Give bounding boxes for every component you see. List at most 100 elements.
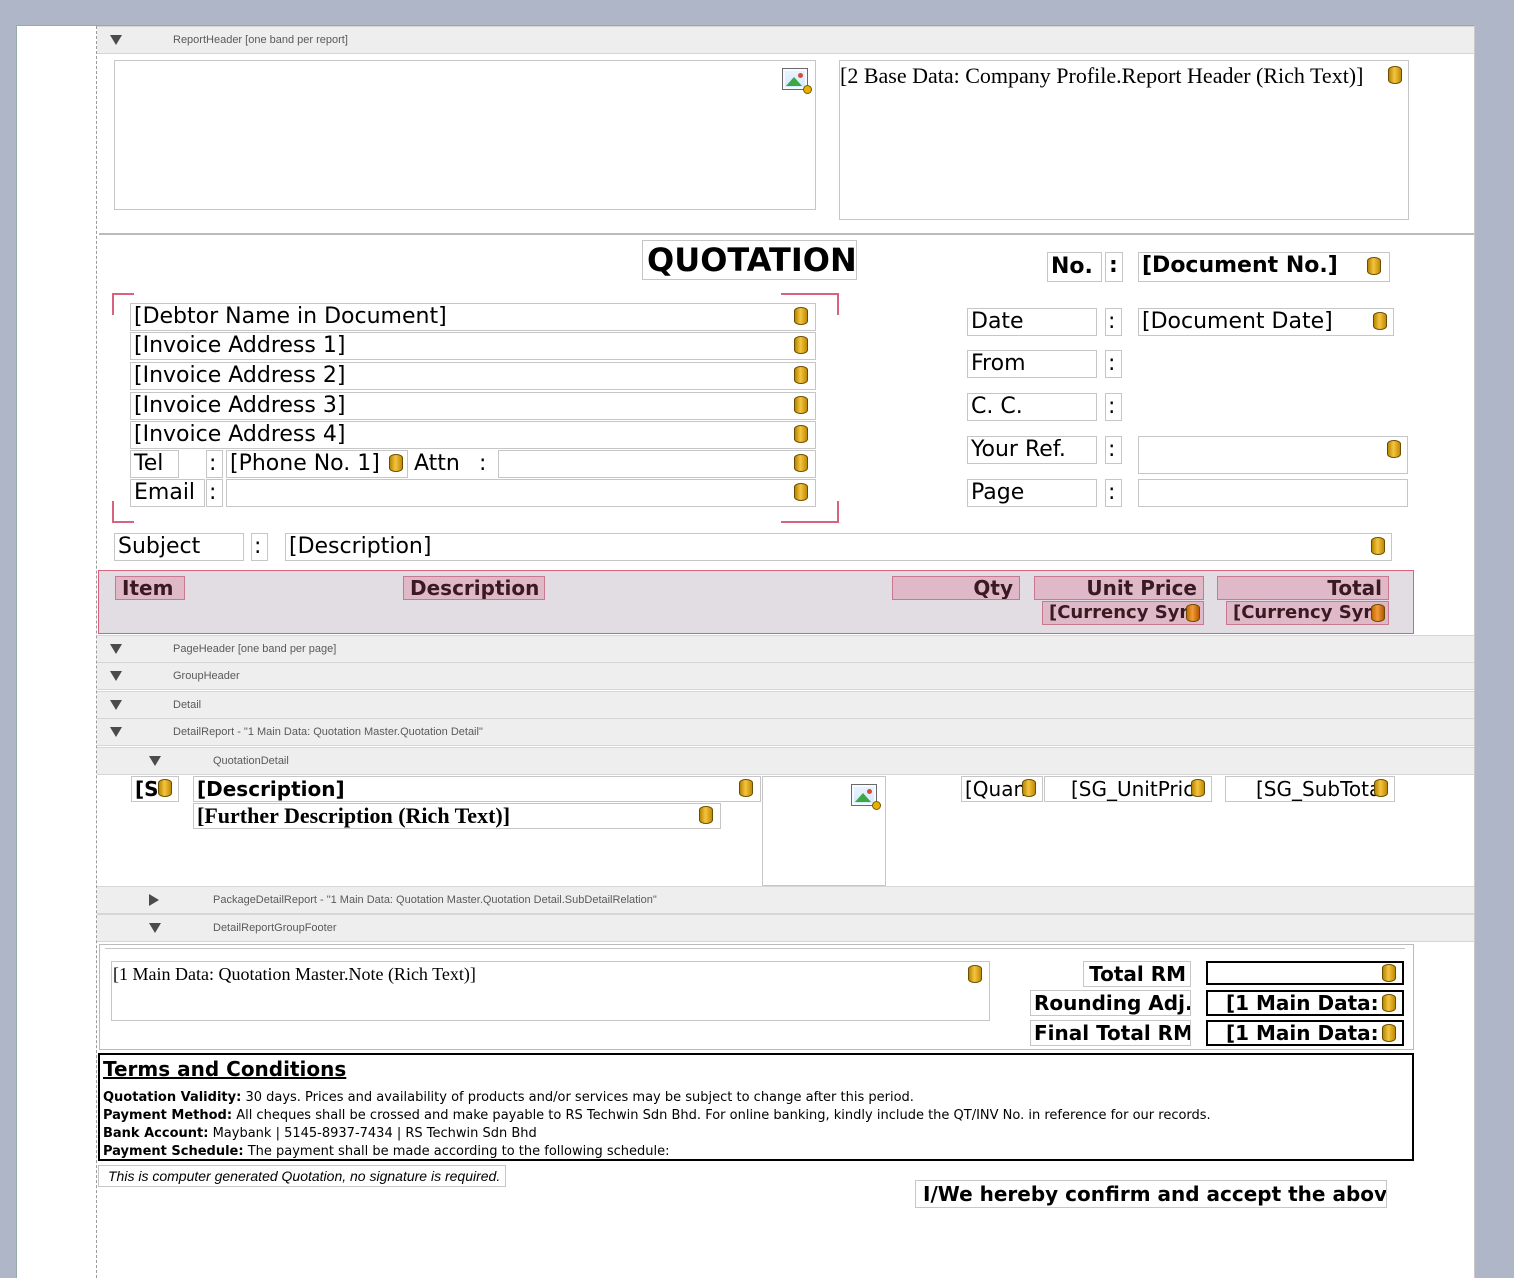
band-detail-report-group-footer[interactable]: DetailReportGroupFooter bbox=[97, 914, 1474, 942]
invoice-address-3-text: [Invoice Address 3] bbox=[134, 393, 346, 418]
terms-title: Terms and Conditions bbox=[103, 1057, 347, 1081]
page-label[interactable]: Page bbox=[967, 479, 1097, 507]
database-icon bbox=[968, 965, 982, 983]
band-report-header[interactable]: ReportHeader [one band per report] bbox=[97, 26, 1474, 54]
invoice-address-4-text: [Invoice Address 4] bbox=[134, 422, 346, 447]
colon-label: : bbox=[479, 451, 487, 476]
colon-label[interactable]: : bbox=[1105, 350, 1122, 378]
band-package-detail-report[interactable]: PackageDetailReport - "1 Main Data: Quot… bbox=[97, 886, 1474, 914]
terms-and-conditions-panel[interactable]: Terms and Conditions Quotation Validity:… bbox=[98, 1053, 1414, 1161]
expand-triangle-icon[interactable] bbox=[149, 894, 159, 906]
band-label: DetailReport - "1 Main Data: Quotation M… bbox=[173, 726, 483, 738]
collapse-triangle-icon[interactable] bbox=[110, 35, 122, 45]
your-ref-field[interactable] bbox=[1138, 436, 1408, 474]
document-title[interactable]: QUOTATION bbox=[642, 240, 857, 280]
from-label[interactable]: From bbox=[967, 350, 1097, 378]
rounding-adj-field[interactable]: [1 Main Data: bbox=[1206, 990, 1404, 1016]
colon-label[interactable]: : bbox=[206, 450, 223, 478]
currency-symbol-total[interactable]: [Currency Sym bbox=[1226, 601, 1389, 625]
subject-description-field[interactable]: [Description] bbox=[285, 533, 1392, 561]
database-icon bbox=[794, 336, 808, 354]
email-label[interactable]: Email bbox=[130, 479, 205, 507]
further-description-richtext[interactable]: [Further Description (Rich Text)] bbox=[193, 803, 721, 829]
colon-label[interactable]: : bbox=[1105, 393, 1122, 421]
detail-qty-field[interactable]: [Quan bbox=[961, 776, 1043, 802]
cc-label[interactable]: C. C. bbox=[967, 393, 1097, 421]
detail-unit-price-field[interactable]: [SG_UnitPric bbox=[1044, 776, 1212, 802]
band-detail-report[interactable]: DetailReport - "1 Main Data: Quotation M… bbox=[97, 718, 1474, 746]
collapse-triangle-icon[interactable] bbox=[149, 923, 161, 933]
collapse-triangle-icon[interactable] bbox=[110, 671, 122, 681]
colon-label[interactable]: : bbox=[1105, 479, 1122, 507]
band-label: PageHeader [one band per page] bbox=[173, 643, 337, 655]
note-richtext[interactable]: [1 Main Data: Quotation Master.Note (Ric… bbox=[111, 961, 990, 1021]
database-icon bbox=[794, 396, 808, 414]
terms-payment-text: All cheques shall be crossed and make pa… bbox=[236, 1108, 1211, 1123]
attn-field[interactable] bbox=[498, 450, 816, 478]
final-total-rm-field[interactable]: [1 Main Data: bbox=[1206, 1020, 1404, 1046]
column-header-item[interactable]: Item bbox=[115, 576, 185, 600]
tel-label[interactable]: Tel bbox=[130, 450, 179, 478]
footer-divider bbox=[105, 948, 1405, 949]
collapse-triangle-icon[interactable] bbox=[110, 727, 122, 737]
attn-label[interactable]: Attn : bbox=[410, 450, 495, 478]
page-number-field[interactable] bbox=[1138, 479, 1408, 507]
rounding-adj-label[interactable]: Rounding Adj. bbox=[1030, 990, 1191, 1016]
colon-label[interactable]: : bbox=[251, 533, 268, 561]
terms-schedule-line: Payment Schedule: The payment shall be m… bbox=[103, 1143, 1412, 1161]
phone-field[interactable]: [Phone No. 1] bbox=[226, 450, 408, 478]
your-ref-label[interactable]: Your Ref. bbox=[967, 436, 1097, 464]
band-label: ReportHeader [one band per report] bbox=[173, 34, 348, 46]
band-label: Detail bbox=[173, 699, 202, 711]
computer-generated-note[interactable]: This is computer generated Quotation, no… bbox=[98, 1165, 506, 1187]
collapse-triangle-icon[interactable] bbox=[149, 756, 161, 766]
total-rm-label[interactable]: Total RM bbox=[1083, 961, 1191, 987]
section-divider bbox=[99, 233, 1474, 235]
right-margin-guide bbox=[1474, 26, 1475, 1278]
detail-picture-box[interactable] bbox=[762, 776, 886, 886]
total-rm-field[interactable] bbox=[1206, 961, 1404, 985]
document-no-field[interactable]: [Document No.] bbox=[1138, 252, 1390, 282]
column-header-description[interactable]: Description bbox=[403, 576, 545, 600]
detail-subtotal-field[interactable]: [SG_SubTota bbox=[1225, 776, 1395, 802]
colon-label[interactable]: : bbox=[1105, 436, 1122, 464]
band-quotation-detail[interactable]: QuotationDetail bbox=[97, 747, 1474, 775]
company-profile-richtext[interactable]: [2 Base Data: Company Profile.Report Hea… bbox=[839, 60, 1409, 220]
database-icon bbox=[158, 779, 172, 797]
terms-bank-text: Maybank | 5145-8937-7434 | RS Techwin Sd… bbox=[212, 1126, 537, 1141]
collapse-triangle-icon[interactable] bbox=[110, 700, 122, 710]
detail-description-field[interactable]: [Description] bbox=[193, 776, 761, 802]
debtor-name-field[interactable]: [Debtor Name in Document] bbox=[130, 303, 816, 331]
column-header-qty[interactable]: Qty bbox=[892, 576, 1020, 600]
database-icon bbox=[1186, 604, 1200, 622]
subject-label[interactable]: Subject bbox=[114, 533, 244, 561]
detail-description-text: [Description] bbox=[197, 777, 345, 801]
document-no-label[interactable]: No. bbox=[1047, 252, 1102, 282]
report-design-surface[interactable]: ReportHeader [one band per report] [2 Ba… bbox=[16, 25, 1475, 1278]
confirm-acceptance-label[interactable]: I/We hereby confirm and accept the above bbox=[915, 1180, 1387, 1208]
column-header-unit-price[interactable]: Unit Price bbox=[1034, 576, 1204, 600]
band-group-header[interactable]: GroupHeader bbox=[97, 662, 1474, 690]
band-detail[interactable]: Detail bbox=[97, 691, 1474, 719]
database-icon bbox=[794, 366, 808, 384]
band-page-header[interactable]: PageHeader [one band per page] bbox=[97, 635, 1474, 663]
email-field[interactable] bbox=[226, 479, 816, 507]
final-total-rm-label[interactable]: Final Total RM bbox=[1030, 1020, 1191, 1046]
colon-label[interactable]: : bbox=[206, 479, 223, 507]
invoice-address-2-field[interactable]: [Invoice Address 2] bbox=[130, 362, 816, 390]
currency-symbol-text: [Currency Sym bbox=[1233, 602, 1383, 623]
column-header-total[interactable]: Total bbox=[1217, 576, 1389, 600]
detail-seq-field[interactable]: [S bbox=[131, 776, 179, 802]
detail-qty-text: [Quan bbox=[965, 777, 1027, 801]
invoice-address-1-field[interactable]: [Invoice Address 1] bbox=[130, 332, 816, 360]
colon-label[interactable]: : bbox=[1105, 252, 1123, 282]
currency-symbol-unit-price[interactable]: [Currency Sym bbox=[1042, 601, 1204, 625]
collapse-triangle-icon[interactable] bbox=[110, 644, 122, 654]
invoice-address-4-field[interactable]: [Invoice Address 4] bbox=[130, 421, 816, 449]
invoice-address-3-field[interactable]: [Invoice Address 3] bbox=[130, 392, 816, 420]
document-date-field[interactable]: [Document Date] bbox=[1138, 308, 1394, 336]
logo-picture-box[interactable] bbox=[114, 60, 816, 210]
database-icon bbox=[1373, 312, 1387, 330]
colon-label[interactable]: : bbox=[1105, 308, 1122, 336]
date-label[interactable]: Date bbox=[967, 308, 1097, 336]
